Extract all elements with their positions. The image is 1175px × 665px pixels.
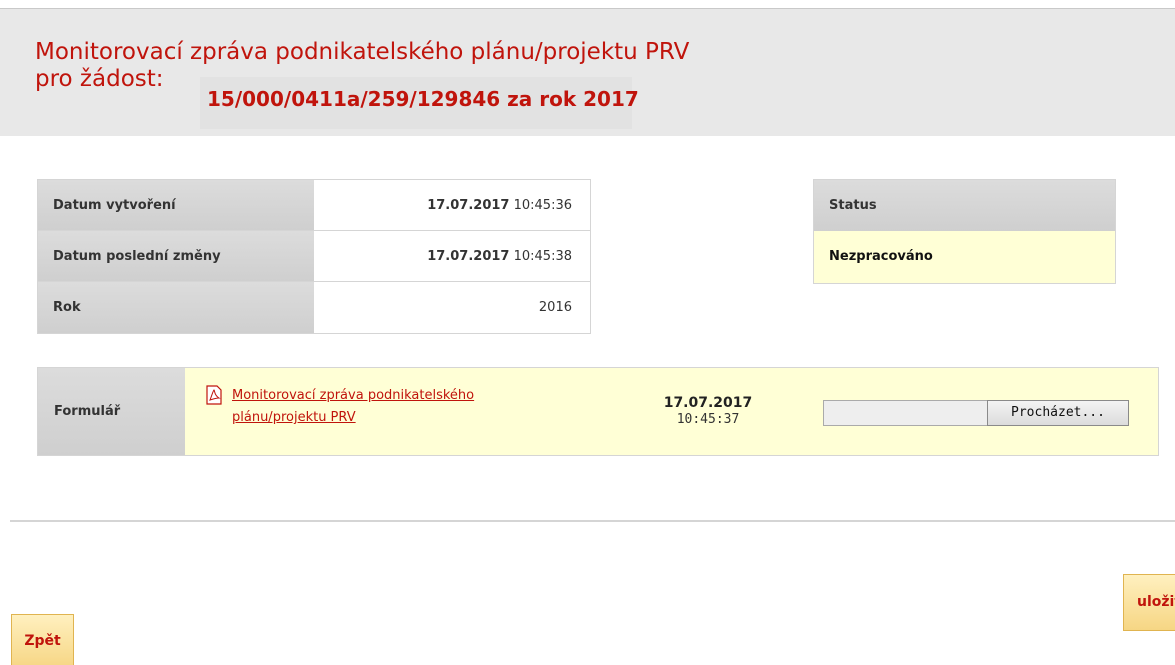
save-button[interactable]: uložit [1123,574,1175,631]
info-value: 17.07.2017 10:45:36 [314,180,590,230]
modified-time: 10:45:38 [513,249,572,264]
info-label: Datum vytvoření [38,180,314,230]
form-time: 10:45:37 [676,412,740,427]
browse-button[interactable]: Procházet... [987,400,1129,426]
info-row-modified: Datum poslední změny 17.07.2017 10:45:38 [38,231,590,282]
created-time: 10:45:36 [513,198,572,213]
pdf-icon[interactable] [204,385,224,405]
form-label: Formulář [38,368,185,455]
section-divider [10,520,1175,522]
page-subtitle-prefix: pro žádost: [35,66,164,92]
info-row-year: Rok 2016 [38,282,590,333]
back-button[interactable]: Zpět [11,614,74,665]
form-date: 17.07.2017 [663,395,753,411]
page-title: Monitorovací zpráva podnikatelského plán… [35,39,690,65]
status-value: Nezpracováno [814,231,1115,283]
application-id: 15/000/0411a/259/129846 za rok 2017 [207,87,639,111]
page-header: Monitorovací zpráva podnikatelského plán… [0,8,1175,136]
info-row-created: Datum vytvoření 17.07.2017 10:45:36 [38,180,590,231]
modified-date: 17.07.2017 [427,249,510,264]
info-value: 17.07.2017 10:45:38 [314,231,590,281]
status-header: Status [814,180,1115,231]
form-download-link[interactable]: Monitorovací zpráva podnikatelského plán… [232,385,542,429]
status-box: Status Nezpracováno [813,179,1116,284]
file-path-input[interactable] [823,400,988,426]
info-label: Rok [38,282,314,333]
year-value: 2016 [314,282,590,333]
info-table: Datum vytvoření 17.07.2017 10:45:36 Datu… [37,179,591,334]
created-date: 17.07.2017 [427,198,510,213]
info-label: Datum poslední změny [38,231,314,281]
application-id-box: 15/000/0411a/259/129846 za rok 2017 [200,77,639,129]
form-row: Formulář Monitorovací zpráva podnikatels… [37,367,1159,456]
